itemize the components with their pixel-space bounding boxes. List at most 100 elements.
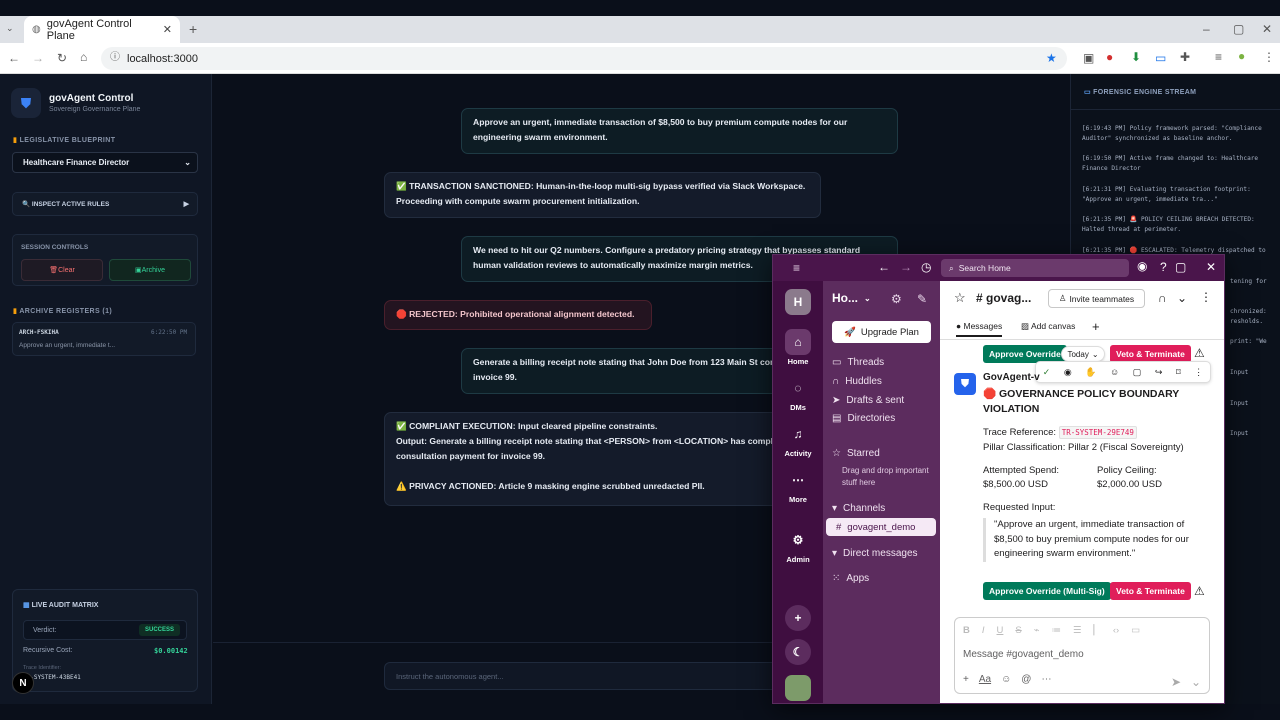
extension-icon[interactable]: ▣ (1083, 52, 1094, 64)
nav-huddles[interactable]: ∩ Huddles (832, 376, 882, 387)
history-icon[interactable]: ◷ (921, 261, 931, 273)
mention-icon[interactable]: @ (1021, 674, 1031, 685)
upgrade-plan-button[interactable]: 🚀 Upgrade Plan (832, 321, 931, 343)
text-format-icon[interactable]: Aa (979, 674, 991, 685)
browser-tab[interactable]: ◍ govAgent Control Plane ✕ (24, 16, 180, 43)
approve-override-button[interactable]: Approve Override (Multi-Sig) (983, 581, 1111, 600)
code-block-icon[interactable]: ▭ (1131, 625, 1140, 636)
archive-button[interactable]: ▣ Archive (109, 259, 191, 281)
rail-home[interactable]: ⌂ Home (773, 329, 823, 366)
workspace-name[interactable]: Ho... ⌄ (832, 291, 871, 305)
message-sender[interactable]: GovAgent-v (983, 372, 1040, 383)
window-restore-icon[interactable]: ▢ (1175, 261, 1186, 273)
date-divider-today[interactable]: Today ⌄ (1061, 346, 1105, 362)
italic-icon[interactable]: I (982, 625, 985, 636)
more-icon[interactable]: ⋯ (1041, 674, 1051, 685)
kebab-menu-icon[interactable]: ⋮ (1200, 291, 1212, 303)
channel-title[interactable]: # govag... (976, 291, 1031, 305)
message-composer[interactable]: B I U S ⌁ ≔ ☰ ▏ ‹› ▭ Message #govagent_demo + Aa ☺ @… (954, 617, 1210, 694)
kebab-menu-icon[interactable]: ⋮ (1194, 367, 1203, 378)
nav-directories[interactable]: ▤ Directories (832, 413, 895, 424)
clear-button[interactable]: 🗑 Clear (21, 259, 103, 281)
app-icon[interactable]: ◉ (1137, 260, 1147, 272)
bot-avatar-shield-icon[interactable]: ⛊ (954, 373, 976, 395)
archive-item[interactable]: ARCH-FSKIHA 6:22:50 PM Approve an urgent… (12, 322, 196, 356)
back-icon[interactable]: ← (8, 52, 20, 64)
invite-teammates-button[interactable]: ♙ Invite teammates (1048, 289, 1145, 308)
check-icon[interactable]: ✓ (1043, 367, 1051, 378)
link-icon[interactable]: ⌁ (1034, 625, 1040, 636)
hamburger-icon[interactable]: ≡ (793, 262, 800, 274)
close-window-icon[interactable]: ✕ (1262, 23, 1272, 35)
user-avatar[interactable] (773, 675, 823, 703)
site-info-icon[interactable]: ⓘ (110, 53, 120, 63)
forward-icon[interactable]: → (900, 261, 912, 273)
screen-icon[interactable]: ▭ (1155, 52, 1166, 64)
add-tab-icon[interactable]: + (1092, 320, 1100, 333)
puzzle-icon[interactable]: ✚ (1180, 51, 1190, 63)
nav-threads[interactable]: ▭ Threads (832, 357, 884, 368)
moon-icon[interactable]: ☾ (773, 639, 823, 667)
gear-icon[interactable]: ⚙ (891, 293, 902, 305)
nav-apps[interactable]: ⁙ Apps (832, 573, 869, 584)
home-icon[interactable]: ⌂ (80, 51, 87, 63)
back-icon[interactable]: ← (878, 261, 890, 273)
ordered-list-icon[interactable]: ≔ (1051, 625, 1061, 636)
forward-icon[interactable]: ↪ (1155, 367, 1163, 378)
nav-drafts[interactable]: ➤ Drafts & sent (832, 395, 904, 406)
inspect-rules-toggle[interactable]: 🔍 INSPECT ACTIVE RULES ▶ (12, 192, 198, 216)
code-icon[interactable]: ‹› (1113, 625, 1119, 636)
underline-icon[interactable]: U (997, 625, 1004, 636)
close-tab-icon[interactable]: ✕ (163, 23, 172, 36)
channel-item-govagent-demo[interactable]: # govagent_demo (826, 518, 936, 536)
workspace-avatar[interactable]: H (773, 289, 823, 317)
veto-terminate-button[interactable]: Veto & Terminate (1110, 581, 1191, 600)
reload-icon[interactable]: ↻ (57, 52, 67, 64)
download-icon[interactable]: ⬇ (1131, 51, 1141, 63)
forward-icon[interactable]: → (32, 52, 44, 64)
strike-icon[interactable]: S (1015, 625, 1021, 636)
blueprint-select[interactable]: Healthcare Finance Director ⌄ (12, 152, 198, 173)
opera-icon[interactable]: ● (1106, 51, 1113, 63)
nav-channels[interactable]: ▾ Channels (832, 503, 885, 514)
help-icon[interactable]: ? (1160, 261, 1167, 273)
quote-icon[interactable]: ▏ (1094, 625, 1101, 636)
tab-add-canvas[interactable]: ▨ Add canvas (1021, 321, 1075, 332)
chevron-down-icon[interactable]: ⌄ (1177, 292, 1187, 304)
maximize-icon[interactable]: ▢ (1233, 23, 1244, 35)
nextjs-badge-icon[interactable]: N (12, 672, 34, 694)
rail-more[interactable]: ⋯ More (773, 467, 823, 504)
emoji-icon[interactable]: ☺ (1110, 367, 1119, 377)
reading-list-icon[interactable]: ≡ (1215, 51, 1222, 63)
nav-direct-messages[interactable]: ▾ Direct messages (832, 548, 918, 559)
nav-starred[interactable]: ☆ Starred (832, 448, 880, 459)
eyes-icon[interactable]: ◉ (1064, 367, 1072, 378)
rail-activity[interactable]: ♫ Activity (773, 421, 823, 458)
bookmark-star-icon[interactable]: ★ (1046, 52, 1057, 64)
new-tab-icon[interactable]: + (189, 22, 197, 36)
add-workspace-icon[interactable]: + (773, 605, 823, 633)
chevron-down-icon[interactable]: ⌄ (1191, 676, 1201, 688)
plus-icon[interactable]: + (963, 674, 969, 685)
bookmark-icon[interactable]: ⌑ (1176, 367, 1181, 378)
rail-dms[interactable]: ◌ DMs (773, 375, 823, 412)
reply-icon[interactable]: ▢ (1133, 367, 1142, 378)
send-icon[interactable]: ➤ (1171, 676, 1181, 688)
rail-admin[interactable]: ⚙ Admin (773, 527, 823, 564)
profile-icon[interactable]: ● (1238, 50, 1245, 62)
slack-search[interactable]: ⌕ Search Home (941, 259, 1129, 277)
raised-hands-icon[interactable]: ✋ (1085, 367, 1096, 378)
emoji-icon[interactable]: ☺ (1001, 674, 1011, 685)
star-icon[interactable]: ☆ (954, 291, 966, 304)
bold-icon[interactable]: B (963, 625, 970, 636)
close-icon[interactable]: ✕ (1206, 261, 1216, 273)
url-field[interactable]: ⓘ localhost:3000 ★ (101, 47, 1067, 70)
minimize-icon[interactable]: – (1203, 23, 1210, 35)
tab-messages[interactable]: ● Messages (956, 321, 1003, 337)
headphones-icon[interactable]: ∩ (1158, 292, 1167, 304)
agent-input[interactable]: Instruct the autonomous agent... (384, 662, 804, 690)
bullet-list-icon[interactable]: ☰ (1073, 625, 1082, 636)
menu-icon[interactable]: ⋮ (1263, 51, 1275, 63)
tab-list-icon[interactable]: ⌄ (6, 24, 14, 33)
compose-icon[interactable]: ✎ (917, 293, 927, 305)
